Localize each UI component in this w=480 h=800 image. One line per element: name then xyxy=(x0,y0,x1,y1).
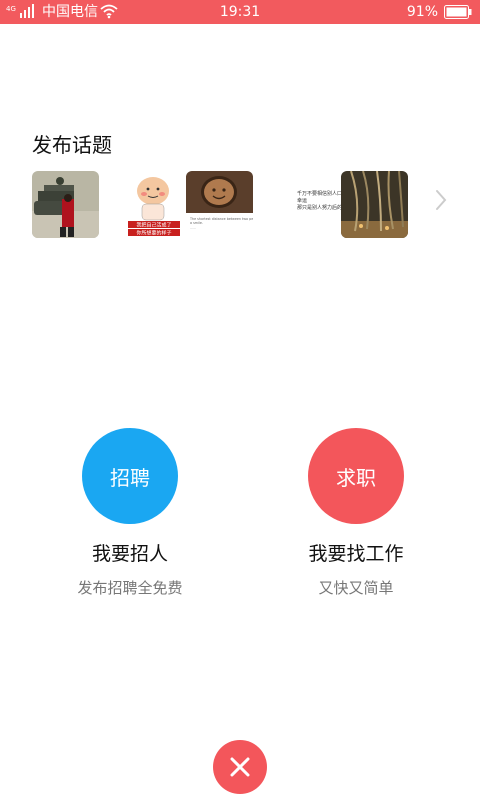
recruit-button[interactable]: 招聘 xyxy=(82,428,178,524)
svg-text:a smile.: a smile. xyxy=(190,221,203,225)
status-bar: 4G 中国电信 19:31 91% xyxy=(0,0,480,24)
job-seek-button-label: 求职 xyxy=(336,465,376,490)
topic-carousel[interactable]: 我把自己活成了 你所想要的样子 The shortest distance be… xyxy=(32,171,452,239)
job-seek-subtitle: 又快又简单 xyxy=(318,579,394,597)
topic-thumb-willow[interactable] xyxy=(341,171,408,238)
battery-percent: 91% xyxy=(406,4,438,20)
close-button[interactable] xyxy=(213,740,267,794)
topic-thumb-tank[interactable] xyxy=(32,171,99,238)
topic-thumb-cartoon[interactable]: 我把自己活成了 你所想要的样子 xyxy=(120,171,187,238)
svg-text:你所想要的样子: 你所想要的样子 xyxy=(136,230,171,237)
job-seek-button[interactable]: 求职 xyxy=(308,428,404,524)
recruit-button-label: 招聘 xyxy=(110,465,150,490)
close-icon xyxy=(230,757,250,777)
recruit-title: 我要招人 xyxy=(91,543,168,565)
svg-text:——: —— xyxy=(190,226,196,230)
svg-text:我把自己活成了: 我把自己活成了 xyxy=(136,222,171,229)
battery-icon xyxy=(444,5,472,19)
section-title: 发布话题 xyxy=(32,133,112,157)
topic-thumb-coffee[interactable]: The shortest distance between two people… xyxy=(186,171,253,238)
recruit-subtitle: 发布招聘全免费 xyxy=(77,579,183,597)
recruit-option[interactable]: 招聘 我要招人 发布招聘全免费 xyxy=(20,428,240,598)
job-seek-title: 我要找工作 xyxy=(308,543,404,565)
chevron-right-icon[interactable] xyxy=(434,189,448,211)
job-seek-option[interactable]: 求职 我要找工作 又快又简单 xyxy=(246,428,466,598)
